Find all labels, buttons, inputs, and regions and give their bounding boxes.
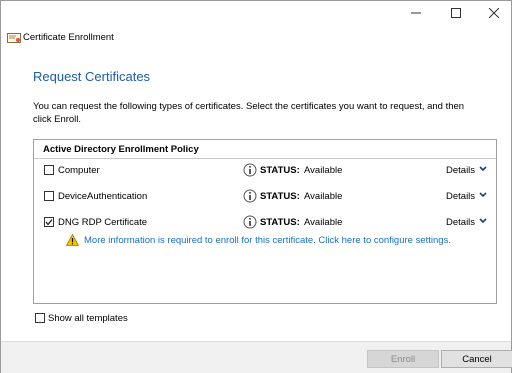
chevron-down-icon[interactable] bbox=[479, 218, 487, 224]
enrollment-policy-list: Active Directory Enrollment Policy Compu… bbox=[33, 139, 497, 304]
window-title: Certificate Enrollment bbox=[23, 32, 114, 43]
dialog-footer: Enroll Cancel bbox=[1, 341, 512, 373]
status-value: Available bbox=[304, 191, 343, 202]
cancel-button[interactable]: Cancel bbox=[441, 350, 512, 368]
chevron-down-icon[interactable] bbox=[479, 192, 487, 198]
configuration-warning: More information is required to enroll f… bbox=[34, 232, 496, 248]
info-icon bbox=[243, 163, 257, 177]
status-value: Available bbox=[304, 165, 343, 176]
configure-settings-link[interactable]: More information is required to enroll f… bbox=[84, 235, 451, 246]
policy-header-label: Active Directory Enrollment Policy bbox=[43, 144, 199, 155]
status-label: STATUS: bbox=[260, 217, 300, 228]
certificate-name: DeviceAuthentication bbox=[58, 191, 148, 202]
checkbox-dng-rdp-certificate[interactable] bbox=[44, 217, 54, 227]
minimize-button[interactable] bbox=[399, 1, 433, 25]
certificate-name: DNG RDP Certificate bbox=[58, 217, 148, 228]
close-icon bbox=[489, 8, 499, 18]
status-label: STATUS: bbox=[260, 165, 300, 176]
chevron-down-icon[interactable] bbox=[479, 166, 487, 172]
status-label: STATUS: bbox=[260, 191, 300, 202]
warning-icon bbox=[66, 234, 79, 246]
show-all-templates-label[interactable]: Show all templates bbox=[48, 313, 128, 324]
checkbox-deviceauthentication[interactable] bbox=[44, 191, 54, 201]
certificate-row-deviceauthentication: DeviceAuthentication STATUS: Available D… bbox=[34, 187, 496, 207]
minimize-icon bbox=[411, 12, 421, 14]
certificate-name: Computer bbox=[58, 165, 100, 176]
details-link[interactable]: Details bbox=[446, 217, 475, 228]
title-bar bbox=[1, 1, 511, 31]
show-all-templates-checkbox[interactable] bbox=[35, 313, 45, 323]
maximize-button[interactable] bbox=[439, 1, 473, 25]
policy-header: Active Directory Enrollment Policy bbox=[34, 140, 496, 159]
info-icon bbox=[243, 215, 257, 229]
status-value: Available bbox=[304, 217, 343, 228]
details-link[interactable]: Details bbox=[446, 191, 475, 202]
maximize-icon bbox=[451, 8, 461, 18]
intro-text: You can request the following types of c… bbox=[33, 101, 465, 125]
certificate-row-computer: Computer STATUS: Available Details bbox=[34, 161, 496, 181]
details-link[interactable]: Details bbox=[446, 165, 475, 176]
close-button[interactable] bbox=[477, 1, 511, 25]
page-title: Request Certificates bbox=[33, 69, 151, 84]
checkmark-icon bbox=[45, 219, 53, 226]
checkbox-computer[interactable] bbox=[44, 165, 54, 175]
certificate-enrollment-window: Certificate Enrollment Request Certifica… bbox=[0, 0, 512, 373]
info-icon bbox=[243, 189, 257, 203]
enroll-button[interactable]: Enroll bbox=[367, 350, 439, 368]
certificate-row-dng-rdp: DNG RDP Certificate STATUS: Available De… bbox=[34, 213, 496, 233]
certificate-icon bbox=[7, 33, 21, 43]
